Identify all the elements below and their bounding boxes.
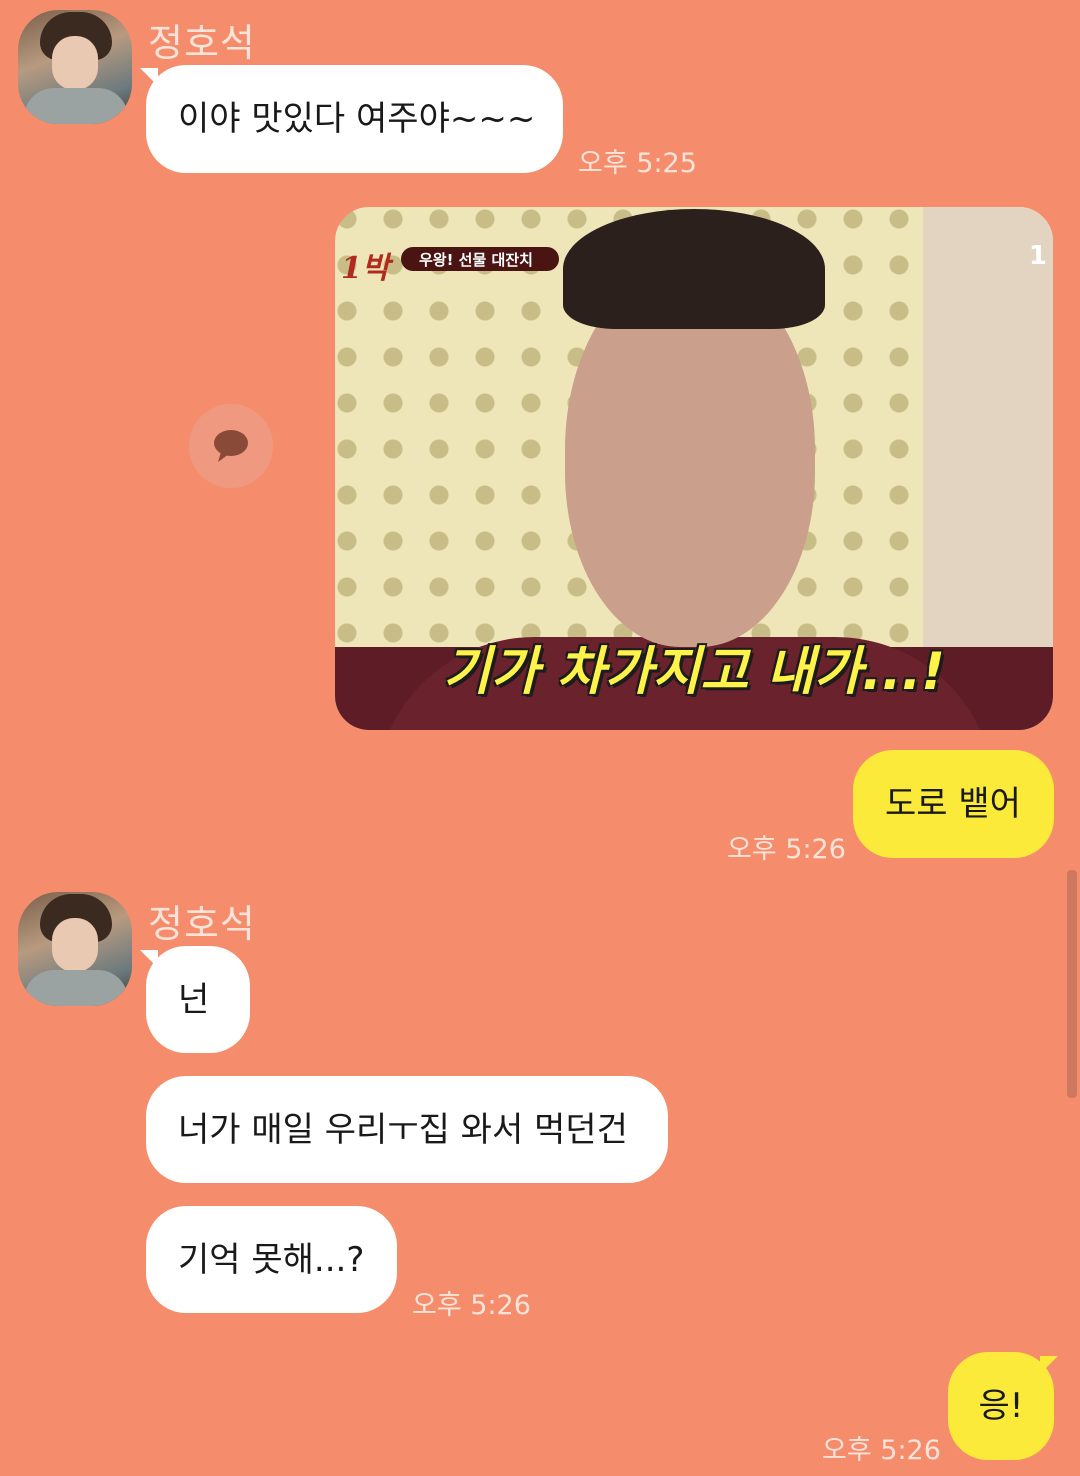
outgoing-message[interactable]: 응! xyxy=(948,1352,1054,1460)
sender-name: 정호석 xyxy=(148,21,256,65)
message-text: 기억 못해...? xyxy=(178,1239,365,1280)
message-time: 오후 5:26 xyxy=(727,834,846,865)
sender-avatar[interactable] xyxy=(18,892,132,1006)
shared-image[interactable]: 1박 우왕! 선물 대잔치 1 기가 차가지고 내가...! xyxy=(335,207,1053,730)
show-banner: 우왕! 선물 대잔치 xyxy=(401,247,559,271)
avatar-face xyxy=(52,918,98,972)
message-text: 도로 뱉어 xyxy=(885,784,1021,824)
avatar-body xyxy=(24,970,128,1006)
message-text: 넌 xyxy=(178,979,210,1020)
incoming-message[interactable]: 너가 매일 우리ㅜ집 와서 먹던건 xyxy=(146,1076,668,1183)
outgoing-message[interactable]: 도로 뱉어 xyxy=(853,750,1054,858)
message-text: 응! xyxy=(978,1386,1024,1426)
message-time: 오후 5:26 xyxy=(412,1290,531,1321)
reply-button[interactable] xyxy=(189,404,273,488)
incoming-message[interactable]: 이야 맛있다 여주야~~~ xyxy=(146,65,563,173)
message-time: 오후 5:26 xyxy=(822,1435,941,1466)
image-hair xyxy=(563,209,825,329)
incoming-message[interactable]: 넌 xyxy=(146,946,250,1053)
incoming-message[interactable]: 기억 못해...? xyxy=(146,1206,397,1313)
sender-name: 정호석 xyxy=(148,902,256,946)
scrollbar[interactable] xyxy=(1067,870,1077,1098)
message-text: 이야 맛있다 여주야~~~ xyxy=(178,99,536,139)
show-logo: 1박 xyxy=(341,251,390,286)
sender-avatar[interactable] xyxy=(18,10,132,124)
avatar-body xyxy=(24,88,128,124)
speech-bubble-icon xyxy=(214,430,248,462)
image-caption: 기가 차가지고 내가...! xyxy=(443,642,945,702)
message-text: 너가 매일 우리ㅜ집 와서 먹던건 xyxy=(178,1109,628,1150)
chat-screen: 정호석 이야 맛있다 여주야~~~ 오후 5:25 1박 우왕! 선물 대잔치 … xyxy=(0,0,1080,1476)
avatar-face xyxy=(52,36,98,90)
channel-mark: 1 xyxy=(1028,241,1047,271)
message-time: 오후 5:25 xyxy=(578,148,697,179)
